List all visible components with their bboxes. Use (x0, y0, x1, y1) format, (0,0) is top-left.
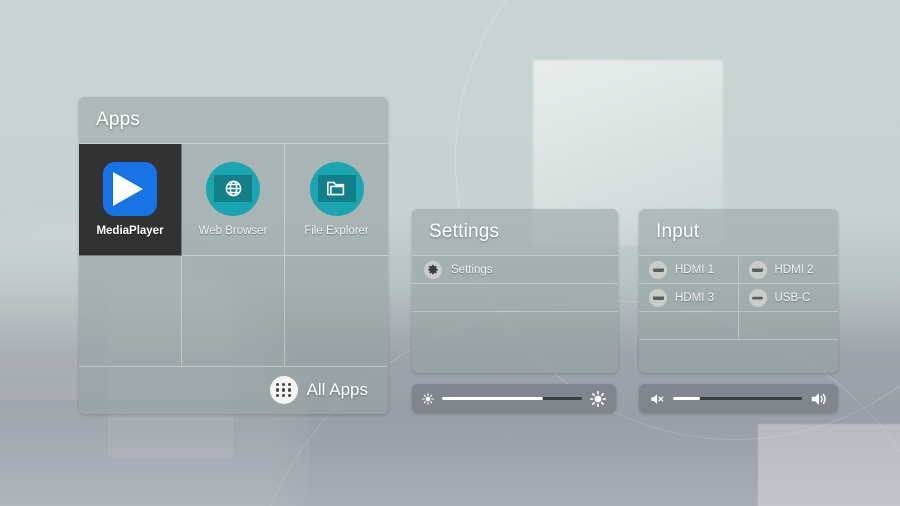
apps-grid: MediaPlayer (79, 144, 388, 367)
gear-icon (424, 261, 442, 279)
hdmi-port-icon (649, 261, 667, 279)
app-tile-empty[interactable] (182, 256, 285, 368)
brightness-low-icon[interactable] (422, 393, 434, 405)
brightness-slider[interactable] (412, 384, 616, 413)
app-tile-web-browser[interactable]: Web Browser (182, 144, 285, 256)
hdmi-port-icon (649, 289, 667, 307)
all-apps-label: All Apps (307, 380, 368, 400)
brightness-high-icon[interactable] (590, 391, 606, 407)
apps-panel-title: Apps (79, 97, 388, 144)
input-source-empty[interactable] (739, 312, 839, 340)
background-block-right (758, 424, 900, 506)
app-tile-label: MediaPlayer (96, 225, 163, 237)
background-band (0, 400, 900, 506)
settings-row-empty[interactable] (412, 284, 618, 312)
input-panel-title: Input (639, 209, 838, 256)
input-source-label: HDMI 1 (675, 264, 714, 276)
brightness-fill (442, 397, 543, 400)
folder-icon (310, 162, 364, 216)
input-source-usb-c[interactable]: USB-C (739, 284, 839, 312)
volume-high-icon[interactable] (810, 391, 828, 407)
app-tile-mediaplayer[interactable]: MediaPlayer (79, 144, 182, 256)
volume-fill (673, 397, 700, 400)
settings-panel: Settings Settings (412, 209, 618, 373)
input-source-hdmi-1[interactable]: HDMI 1 (639, 256, 739, 284)
volume-mute-icon[interactable] (649, 392, 665, 406)
input-source-hdmi-3[interactable]: HDMI 3 (639, 284, 739, 312)
volume-slider[interactable] (639, 384, 838, 413)
settings-row-settings[interactable]: Settings (412, 256, 618, 284)
input-source-label: USB-C (775, 292, 811, 304)
globe-icon (206, 162, 260, 216)
hdmi-port-icon (749, 261, 767, 279)
input-source-empty[interactable] (639, 312, 739, 340)
app-tile-label: File Explorer (304, 225, 369, 237)
media-player-icon (103, 162, 157, 216)
settings-panel-title: Settings (412, 209, 618, 256)
settings-row-label: Settings (451, 264, 493, 276)
usb-port-icon (749, 289, 767, 307)
input-source-label: HDMI 3 (675, 292, 714, 304)
input-source-hdmi-2[interactable]: HDMI 2 (739, 256, 839, 284)
app-tile-empty[interactable] (79, 256, 182, 368)
apps-panel: Apps MediaPlayer (79, 97, 388, 414)
input-grid: HDMI 1 HDMI 2 HDMI 3 USB-C (639, 256, 838, 340)
input-panel: Input HDMI 1 HDMI 2 HDMI 3 (639, 209, 838, 373)
volume-track[interactable] (673, 397, 802, 400)
all-apps-button[interactable]: All Apps (79, 367, 388, 413)
grid-dots-icon (270, 376, 298, 404)
brightness-track[interactable] (442, 397, 582, 400)
app-tile-empty[interactable] (285, 256, 388, 368)
tv-home-screen: Apps MediaPlayer (0, 0, 900, 506)
app-tile-file-explorer[interactable]: File Explorer (285, 144, 388, 256)
app-tile-label: Web Browser (199, 225, 268, 237)
input-source-label: HDMI 2 (775, 264, 814, 276)
